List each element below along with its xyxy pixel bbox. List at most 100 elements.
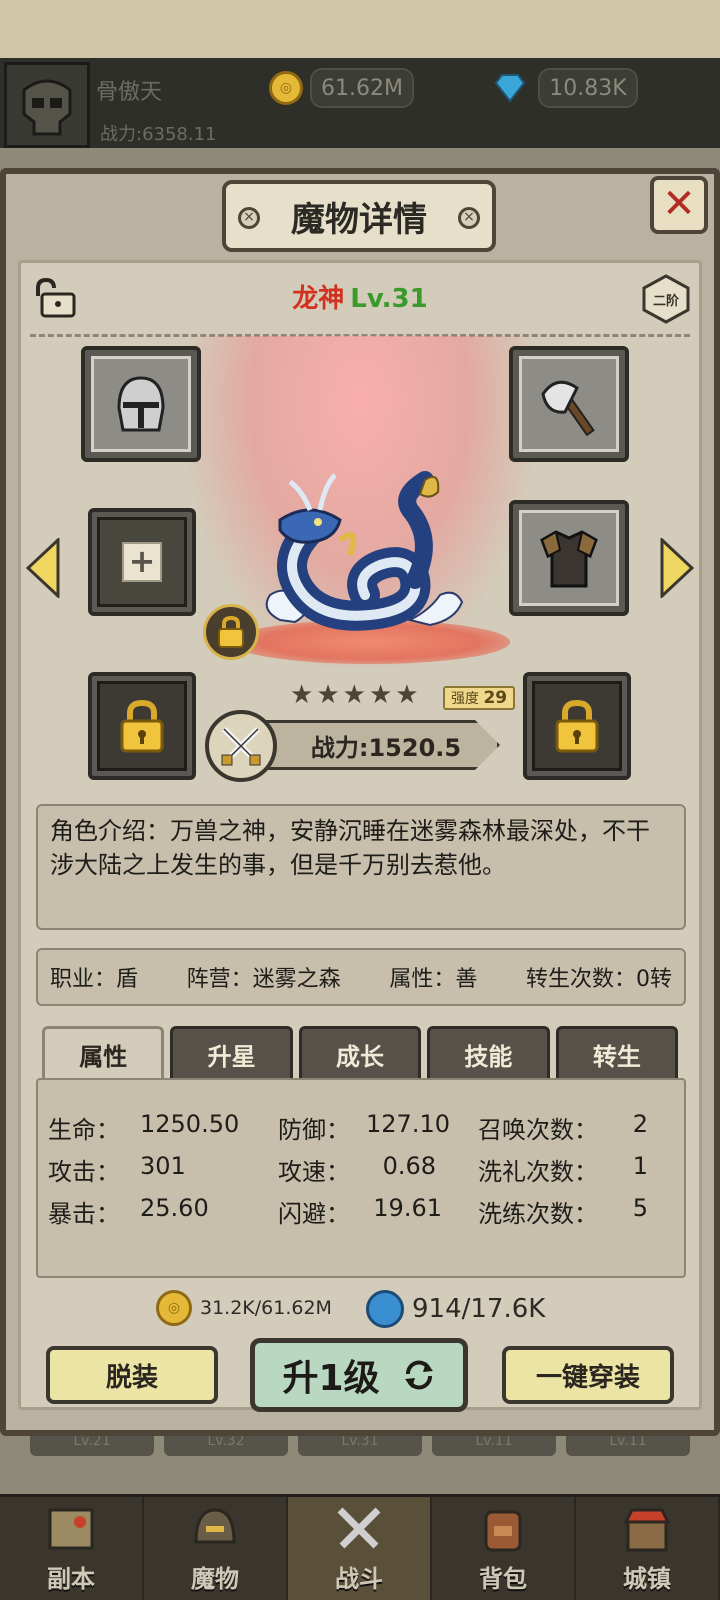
nav-label: 魔物: [191, 1565, 239, 1593]
equip-slot-empty[interactable]: +: [88, 508, 196, 616]
stats-panel: 生命： 1250.50 防御： 127.10 召唤次数： 2 攻击： 301 攻…: [36, 1078, 686, 1278]
stat-value: 1: [632, 1152, 648, 1180]
level-up-button[interactable]: 升1级: [250, 1338, 468, 1412]
equip-slot-armor[interactable]: [509, 500, 629, 616]
stat-defense: 防御： 127.10: [278, 1110, 450, 1145]
stage-label: 二阶: [652, 293, 679, 309]
stat-attack: 攻击： 301: [48, 1152, 186, 1187]
gold-coin-icon: ◎: [156, 1290, 192, 1326]
equip-slot-locked[interactable]: [88, 672, 196, 780]
dialog-title: 魔物详情: [222, 180, 496, 252]
stat-label: 攻击：: [48, 1158, 120, 1186]
star-rating: ★ ★ ★ ★ ★: [290, 682, 419, 708]
skull-icon: [22, 79, 72, 136]
equip-all-button[interactable]: 一键穿装: [502, 1346, 674, 1404]
padlock-icon: [218, 615, 244, 648]
diamond-amount: 10.83K: [538, 68, 638, 108]
nav-battle[interactable]: 战斗: [288, 1497, 432, 1600]
stat-label: 召唤次数：: [478, 1116, 598, 1144]
lock-toggle[interactable]: [203, 604, 259, 660]
add-icon: +: [122, 542, 162, 582]
stat-label: 洗礼次数：: [478, 1158, 598, 1186]
bottom-nav: 副本 魔物 战斗 背包 城镇: [0, 1494, 720, 1600]
stat-hp: 生命： 1250.50: [48, 1110, 240, 1145]
next-arrow-icon[interactable]: [660, 538, 694, 598]
attribute-text: 属性：善: [389, 967, 478, 992]
nav-backpack[interactable]: 背包: [432, 1497, 576, 1600]
stat-attack-speed: 攻速： 0.68: [278, 1152, 436, 1187]
background-banner: [0, 0, 720, 60]
orb-cost: 914/17.6K: [366, 1290, 545, 1328]
star-icon: ★: [368, 680, 393, 710]
title-ornament-icon: ×: [458, 207, 480, 229]
monster-name-level: 龙神 Lv.31: [200, 278, 520, 315]
strength-label: 强度: [451, 691, 479, 707]
tab-skills[interactable]: 技能: [427, 1026, 550, 1080]
stat-value: 2: [632, 1110, 648, 1138]
soul-orb-icon: [366, 1290, 404, 1328]
stat-value: 301: [140, 1152, 186, 1180]
nav-label: 背包: [479, 1565, 527, 1593]
monster-power-text: 战力:1520.5: [310, 733, 462, 762]
equip-slot-weapon[interactable]: [509, 346, 629, 462]
strength-badge: 强度 29: [443, 686, 516, 710]
star-icon: ★: [342, 680, 366, 710]
tab-star-up[interactable]: 升星: [170, 1026, 293, 1080]
stat-value: 1250.50: [140, 1110, 240, 1138]
stat-label: 洗练次数：: [478, 1200, 598, 1228]
prev-arrow-icon[interactable]: [26, 538, 60, 598]
detail-tabs: 属性 升星 成长 技能 转生: [42, 1026, 679, 1080]
crossed-swords-icon: [329, 1499, 389, 1559]
tab-growth[interactable]: 成长: [298, 1026, 422, 1080]
nav-town[interactable]: 城镇: [576, 1497, 720, 1600]
stat-label: 暴击：: [48, 1200, 120, 1228]
nav-dungeon[interactable]: 副本: [0, 1497, 144, 1600]
nav-label: 副本: [47, 1565, 95, 1593]
stat-summon: 召唤次数： 2: [478, 1110, 648, 1145]
player-name: 骨傲天: [96, 80, 163, 105]
unlock-icon[interactable]: [32, 277, 78, 318]
dragon-monster-image: [265, 471, 464, 631]
title-ornament-icon: ×: [238, 207, 260, 229]
stat-refine: 洗练次数： 5: [478, 1194, 648, 1229]
monster-description: 角色介绍：万兽之神，安静沉睡在迷雾森林最深处，不干涉大陆之上发生的事，但是千万别…: [36, 804, 686, 930]
stat-crit: 暴击： 25.60: [48, 1194, 210, 1229]
map-icon: [41, 1499, 101, 1559]
monster-level: Lv.31: [350, 284, 428, 314]
stat-value: 5: [632, 1194, 648, 1222]
nav-monsters[interactable]: 魔物: [144, 1497, 288, 1600]
gold-coin-icon: ◎: [268, 70, 304, 106]
star-icon: ★: [316, 680, 340, 710]
player-avatar[interactable]: [4, 62, 90, 148]
gold-cost: ◎ 31.2K/61.62M: [156, 1290, 332, 1326]
tab-rebirth[interactable]: 转生: [555, 1026, 679, 1080]
stat-label: 生命：: [48, 1116, 120, 1144]
equip-slot-helmet[interactable]: [81, 346, 201, 462]
gold-amount: 61.62M: [310, 68, 414, 108]
backpack-icon: [473, 1499, 533, 1559]
nav-label: 战斗: [335, 1565, 383, 1593]
star-icon: ★: [395, 680, 419, 710]
crossed-swords-icon: [205, 710, 277, 782]
monster-power: 战力:1520.5: [250, 720, 500, 770]
stat-value: 127.10: [366, 1110, 450, 1138]
stat-label: 闪避：: [278, 1200, 350, 1228]
tab-attributes[interactable]: 属性: [42, 1026, 165, 1080]
refresh-icon: [404, 1360, 433, 1390]
armor-icon: [540, 530, 598, 588]
level-up-label: 升1级: [282, 1358, 380, 1399]
orb-cost-text: 914/17.6K: [412, 1294, 546, 1324]
stat-baptism: 洗礼次数： 1: [478, 1152, 648, 1187]
stat-value: 25.60: [140, 1194, 209, 1222]
unequip-button[interactable]: 脱装: [46, 1346, 218, 1404]
close-button[interactable]: ✕: [650, 176, 708, 234]
monster-name: 龙神: [292, 284, 345, 314]
rebirth-text: 转生次数：0转: [525, 967, 672, 992]
camp-text: 阵营：迷雾之森: [186, 967, 341, 992]
shop-icon: [617, 1499, 677, 1559]
stat-label: 攻速：: [278, 1158, 350, 1186]
stat-value: 0.68: [382, 1152, 436, 1180]
nav-label: 城镇: [623, 1565, 671, 1593]
equip-slot-locked[interactable]: [523, 672, 631, 780]
job-text: 职业：盾: [50, 967, 139, 992]
